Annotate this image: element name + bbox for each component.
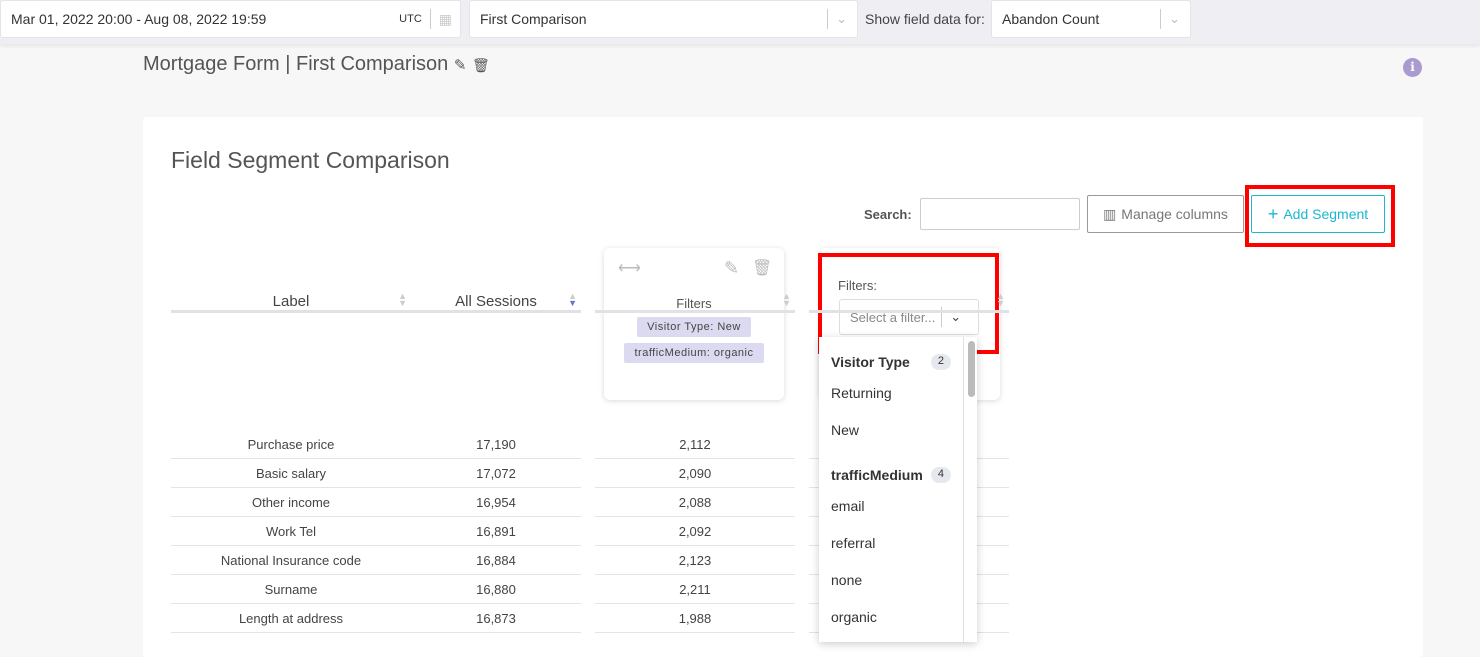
table-cell: Surname: [171, 575, 411, 604]
field-data-label: Show field data for:: [865, 11, 985, 27]
edit-icon[interactable]: ✎: [454, 57, 467, 74]
table-cell: Basic salary: [171, 459, 411, 488]
manage-columns-button[interactable]: ▥ Manage columns: [1087, 195, 1244, 233]
option-email[interactable]: email: [831, 498, 864, 514]
option-returning[interactable]: Returning: [831, 385, 892, 401]
segment-card-1: ⟷ ✎ 🗑 Filters Visitor Type: New trafficM…: [604, 248, 784, 400]
drag-handle-icon[interactable]: ⟷: [618, 258, 641, 278]
sort-icon[interactable]: ▲ ▼: [996, 292, 1005, 308]
cell-seg1: 2,088: [678, 494, 712, 510]
cell-all: 16,880: [476, 581, 516, 597]
trash-icon[interactable]: 🗑: [752, 258, 772, 278]
cell-seg1: 2,092: [678, 523, 712, 539]
group-visitor-type: Visitor Type 2: [831, 354, 951, 370]
table-cell: 16,891: [411, 517, 581, 546]
cell-all: 16,954: [476, 494, 516, 510]
info-icon[interactable]: i: [1403, 58, 1422, 77]
date-range-value: Mar 01, 2022 20:00 - Aug 08, 2022 19:59: [11, 11, 267, 27]
table-cell: Work Tel: [171, 517, 411, 546]
group-name: trafficMedium: [831, 467, 923, 483]
search-label: Search:: [864, 207, 912, 222]
field-data-value: Abandon Count: [1002, 11, 1100, 27]
filter-tag[interactable]: Visitor Type: New: [637, 317, 751, 337]
table-cell: Purchase price: [171, 430, 411, 459]
group-count: 4: [930, 467, 951, 483]
table-cell: National Insurance code: [171, 546, 411, 575]
cell-label: Other income: [251, 494, 331, 510]
cell-label: Purchase price: [247, 436, 335, 452]
column-header-label[interactable]: Label ▲ ▼: [171, 292, 411, 313]
cell-all: 16,873: [476, 610, 516, 626]
table-cell: 17,190: [411, 430, 581, 459]
group-count: 2: [930, 354, 951, 370]
group-traffic-medium: trafficMedium 4: [831, 467, 951, 483]
option-organic[interactable]: organic: [831, 609, 877, 625]
cell-all: 16,884: [476, 552, 516, 568]
calendar-icon: ▦: [438, 10, 452, 27]
table-cell: 2,088: [595, 488, 795, 517]
scrollbar-thumb[interactable]: [968, 341, 975, 397]
column-header-segment-2[interactable]: ▲ ▼: [809, 292, 1009, 313]
table-cell: 1,988: [595, 604, 795, 633]
cell-all: 17,072: [476, 465, 516, 481]
edit-icon[interactable]: ✎: [724, 258, 739, 279]
top-bar: Mar 01, 2022 20:00 - Aug 08, 2022 19:59 …: [0, 0, 1480, 44]
timezone-label: UTC: [399, 13, 422, 25]
header-text: All Sessions: [455, 293, 537, 310]
cell-seg1: 1,988: [678, 610, 712, 626]
table-cell: 2,211: [595, 575, 795, 604]
chevron-down-icon: ⌄: [836, 11, 847, 26]
scrollbar-track[interactable]: [963, 337, 964, 642]
chevron-down-icon: ⌄: [1169, 11, 1180, 26]
filter-dropdown-menu: Visitor Type 2 Returning New trafficMediu…: [819, 337, 977, 642]
comparison-select[interactable]: First Comparison ⌄: [469, 0, 858, 38]
page-title: Mortgage Form | First Comparison ✎ 🗑: [143, 53, 490, 76]
sort-desc-icon[interactable]: ▲ ▼: [568, 292, 577, 308]
table-cell: 2,092: [595, 517, 795, 546]
cell-seg1: 2,112: [679, 436, 711, 452]
header-text: Label: [272, 293, 310, 310]
cell-label: Length at address: [238, 610, 344, 626]
card-title: Field Segment Comparison: [171, 147, 450, 173]
option-referral[interactable]: referral: [831, 535, 875, 551]
option-none[interactable]: none: [831, 572, 862, 588]
cell-seg1: 2,090: [678, 465, 712, 481]
cell-seg1: 2,211: [679, 581, 711, 597]
table-cell: Other income: [171, 488, 411, 517]
cell-label: Work Tel: [265, 523, 317, 539]
group-name: Visitor Type: [831, 354, 910, 370]
cell-seg1: 2,123: [678, 552, 712, 568]
columns-icon: ▥: [1103, 205, 1117, 222]
table-cell: 2,090: [595, 459, 795, 488]
cell-label: National Insurance code: [220, 552, 362, 568]
table-cell: 16,884: [411, 546, 581, 575]
table-cell: 16,880: [411, 575, 581, 604]
cell-all: 17,190: [476, 436, 516, 452]
page-title-text: Mortgage Form | First Comparison: [143, 53, 449, 75]
manage-columns-label: Manage columns: [1121, 206, 1228, 222]
table-cell: Length at address: [171, 604, 411, 633]
cell-label: Basic salary: [255, 465, 327, 481]
sort-icon[interactable]: ▲ ▼: [782, 292, 791, 308]
search-input[interactable]: [920, 198, 1080, 230]
date-range-picker[interactable]: Mar 01, 2022 20:00 - Aug 08, 2022 19:59 …: [0, 0, 461, 38]
cell-label: Surname: [264, 581, 318, 597]
trash-icon[interactable]: 🗑: [472, 57, 490, 73]
table-cell: 16,873: [411, 604, 581, 633]
cell-all: 16,891: [476, 523, 516, 539]
column-header-all-sessions[interactable]: All Sessions ▲ ▼: [411, 292, 581, 313]
filter-tag[interactable]: trafficMedium: organic: [624, 343, 764, 363]
field-data-select[interactable]: Abandon Count ⌄: [991, 0, 1191, 38]
sort-icon[interactable]: ▲ ▼: [398, 292, 407, 308]
option-new[interactable]: New: [831, 422, 859, 438]
highlight-box: [1245, 185, 1395, 247]
table-cell: 2,123: [595, 546, 795, 575]
column-header-segment-1[interactable]: ▲ ▼: [595, 292, 795, 313]
table-cell: 2,112: [595, 430, 795, 459]
table-cell: 17,072: [411, 459, 581, 488]
comparison-value: First Comparison: [480, 11, 587, 27]
table-cell: 16,954: [411, 488, 581, 517]
